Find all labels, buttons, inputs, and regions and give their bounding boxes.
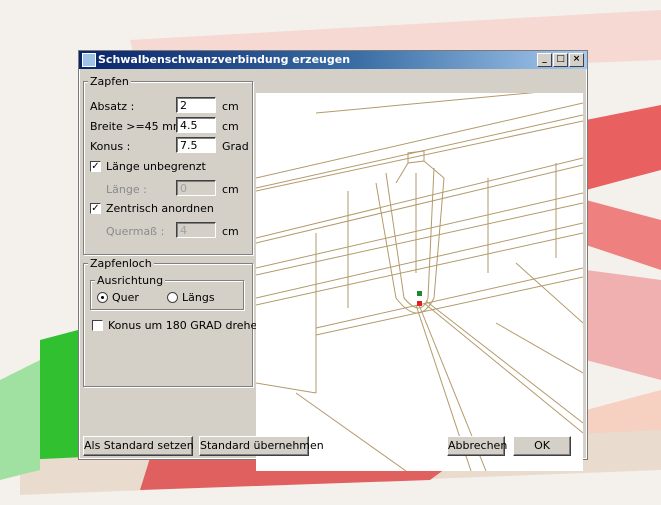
quer-radio[interactable] — [97, 292, 108, 303]
zentrisch-checkbox[interactable]: ✓ — [90, 203, 101, 214]
konus-label: Konus : — [90, 140, 131, 153]
title-bar[interactable]: Schwalbenschwanzverbindung erzeugen _ □ … — [79, 51, 587, 69]
ausrichtung-legend: Ausrichtung — [95, 274, 166, 287]
zapfen-legend: Zapfen — [88, 75, 131, 88]
laenge-unit: cm — [222, 183, 239, 196]
green-marker — [417, 291, 422, 296]
breite-input[interactable]: 4.5 — [176, 117, 216, 133]
laengs-radio[interactable] — [167, 292, 178, 303]
window-controls: _ □ × — [537, 53, 584, 67]
laenge-unbegrenzt-label: Länge unbegrenzt — [106, 160, 206, 173]
zentrisch-label: Zentrisch anordnen — [106, 202, 214, 215]
standard-uebernehmen-button[interactable]: Standard übernehmen — [199, 436, 324, 456]
maximize-button[interactable]: □ — [553, 53, 568, 67]
app-window-icon — [82, 53, 96, 67]
quermass-unit: cm — [222, 225, 239, 238]
zapfen-group: Zapfen Absatz : 2 cm Breite >=45 mm : 4.… — [83, 75, 253, 255]
red-marker — [417, 301, 422, 306]
zapfenloch-group: Zapfenloch Ausrichtung Quer Längs Konus … — [83, 257, 264, 387]
quermass-input[interactable]: 4 — [176, 222, 216, 238]
abbrechen-button[interactable]: Abbrechen — [447, 436, 507, 456]
laenge-input[interactable]: 0 — [176, 180, 216, 196]
wireframe-preview — [255, 87, 584, 472]
laenge-unbegrenzt-checkbox[interactable]: ✓ — [90, 161, 101, 172]
laengs-label: Längs — [182, 291, 215, 304]
dialog-window: Schwalbenschwanzverbindung erzeugen _ □ … — [78, 50, 588, 472]
minimize-button[interactable]: _ — [537, 53, 552, 67]
breite-unit: cm — [222, 120, 239, 133]
zapfenloch-legend: Zapfenloch — [88, 257, 154, 270]
laenge-label: Länge : — [106, 183, 147, 196]
absatz-input[interactable]: 2 — [176, 97, 216, 113]
absatz-label: Absatz : — [90, 100, 135, 113]
konus-drehen-label: Konus um 180 GRAD drehen — [108, 319, 265, 332]
preview-viewport[interactable] — [255, 87, 584, 472]
close-button[interactable]: × — [569, 53, 584, 67]
ausrichtung-group: Ausrichtung Quer Längs — [90, 274, 244, 310]
als-standard-setzen-button[interactable]: Als Standard setzen — [83, 436, 194, 456]
quer-label: Quer — [112, 291, 139, 304]
konus-drehen-checkbox[interactable] — [92, 320, 103, 331]
window-title: Schwalbenschwanzverbindung erzeugen — [98, 53, 351, 66]
ok-button[interactable]: OK — [513, 436, 571, 456]
absatz-unit: cm — [222, 100, 239, 113]
konus-unit: Grad — [222, 140, 249, 153]
quermass-label: Quermaß : — [106, 225, 165, 238]
konus-input[interactable]: 7.5 — [176, 137, 216, 153]
